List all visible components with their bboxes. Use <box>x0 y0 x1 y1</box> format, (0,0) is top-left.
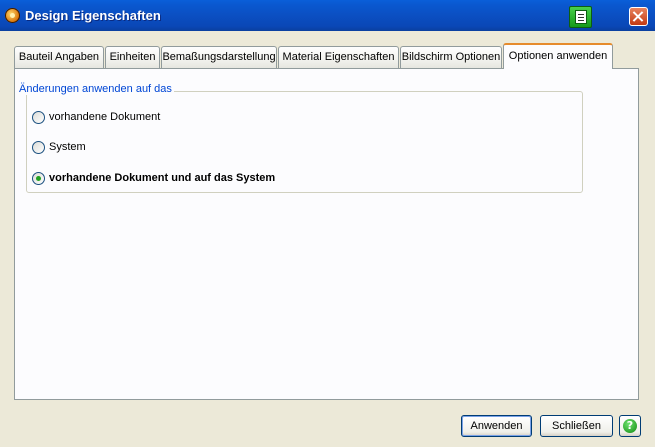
group-label: Änderungen anwenden auf das <box>17 83 174 95</box>
help-button[interactable]: ? <box>619 415 641 437</box>
radio-label[interactable]: System <box>49 141 86 154</box>
radio-label[interactable]: vorhandene Dokument und auf das System <box>49 172 275 185</box>
tab-bemassungsdarstellung[interactable]: Bemaßungsdarstellung <box>161 46 277 68</box>
apply-button[interactable]: Anwenden <box>461 415 532 437</box>
window-title: Design Eigenschaften <box>25 8 161 23</box>
close-dialog-button[interactable]: Schließen <box>540 415 613 437</box>
tab-bildschirm-optionen[interactable]: Bildschirm Optionen <box>400 46 502 68</box>
tab-bauteil-angaben[interactable]: Bauteil Angaben <box>14 46 104 68</box>
tab-optionen-anwenden[interactable]: Optionen anwenden <box>503 43 613 69</box>
radio-button[interactable] <box>32 141 45 154</box>
help-icon: ? <box>623 419 637 433</box>
radio-button[interactable] <box>32 111 45 124</box>
tab-einheiten[interactable]: Einheiten <box>105 46 160 68</box>
app-logo-icon <box>5 8 20 23</box>
tab-material-eigenschaften[interactable]: Material Eigenschaften <box>278 46 399 68</box>
close-button[interactable] <box>629 7 648 26</box>
radio-button-checked[interactable] <box>32 172 45 185</box>
print-button[interactable] <box>569 6 592 28</box>
radio-label[interactable]: vorhandene Dokument <box>49 111 160 124</box>
print-icon <box>575 10 587 24</box>
title-bar[interactable]: Design Eigenschaften <box>0 0 655 31</box>
